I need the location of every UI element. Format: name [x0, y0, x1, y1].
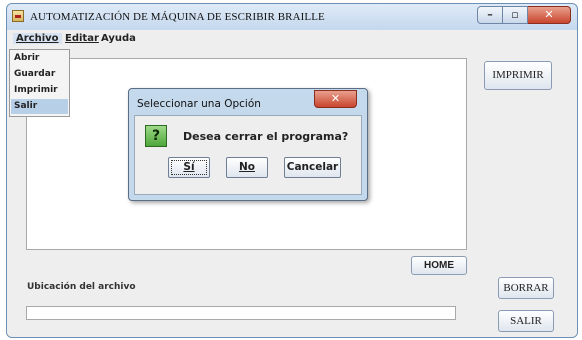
cancel-button[interactable]: Cancelar — [284, 157, 341, 178]
window-title: AUTOMATIZACIÓN DE MÁQUINA DE ESCRIBIR BR… — [30, 11, 325, 23]
close-icon: ✕ — [544, 8, 554, 21]
menu-item-imprimir[interactable]: Imprimir — [11, 83, 68, 98]
salir-button[interactable]: SALIR — [498, 310, 554, 332]
home-button[interactable]: HOME — [411, 256, 467, 275]
maximize-button[interactable]: ▫ — [503, 6, 528, 24]
imprimir-button[interactable]: IMPRIMIR — [484, 61, 552, 90]
yes-button[interactable]: Sí — [168, 157, 210, 178]
question-icon: ? — [145, 125, 167, 147]
main-window: AUTOMATIZACIÓN DE MÁQUINA DE ESCRIBIR BR… — [6, 3, 578, 338]
menu-item-guardar[interactable]: Guardar — [11, 67, 68, 82]
dialog-body: ? Desea cerrar el programa? Sí No Cancel… — [134, 115, 362, 195]
menu-ayuda[interactable]: Ayuda — [98, 33, 139, 44]
file-location-label: Ubicación del archivo — [27, 282, 136, 292]
menu-editar[interactable]: Editar — [62, 33, 102, 44]
confirm-dialog: Seleccionar una Opción ✕ ? Desea cerrar … — [128, 88, 368, 201]
close-icon: ✕ — [330, 92, 341, 105]
maximize-icon: ▫ — [511, 8, 519, 21]
menu-archivo[interactable]: Archivo — [13, 33, 62, 44]
file-location-field[interactable] — [26, 306, 456, 320]
menu-item-salir[interactable]: Salir — [11, 99, 68, 114]
menu-bar: Archivo Editar Ayuda — [7, 30, 577, 49]
minimize-icon: – — [487, 8, 493, 21]
minimize-button[interactable]: – — [477, 6, 503, 24]
title-bar[interactable]: AUTOMATIZACIÓN DE MÁQUINA DE ESCRIBIR BR… — [7, 4, 577, 30]
borrar-button[interactable]: BORRAR — [498, 277, 554, 299]
menu-item-abrir[interactable]: Abrir — [11, 51, 68, 66]
dialog-message: Desea cerrar el programa? — [183, 130, 349, 143]
java-app-icon — [12, 10, 24, 22]
close-button[interactable]: ✕ — [528, 6, 571, 24]
dialog-title: Seleccionar una Opción — [137, 98, 261, 110]
no-button[interactable]: No — [226, 157, 268, 178]
archivo-menu-popup: Abrir Guardar Imprimir Salir — [9, 49, 70, 117]
window-controls: – ▫ ✕ — [477, 6, 571, 24]
dialog-close-button[interactable]: ✕ — [314, 90, 357, 108]
